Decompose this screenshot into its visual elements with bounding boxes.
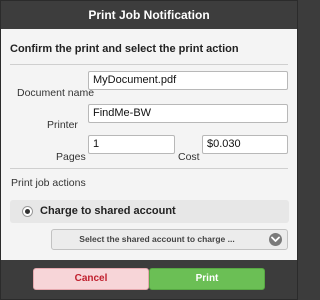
printer-label: Printer	[47, 119, 78, 131]
pages-label: Pages	[56, 151, 86, 163]
radio-selected-icon[interactable]	[22, 206, 33, 217]
shared-account-select-value: Select the shared account to charge ...	[79, 234, 235, 244]
printer-field[interactable]: FindMe-BW	[88, 104, 288, 123]
dialog-footer: Cancel Print	[1, 260, 297, 299]
chevron-down-icon[interactable]	[269, 233, 282, 246]
print-job-dialog: Print Job Notification Confirm the print…	[0, 0, 298, 300]
cancel-button[interactable]: Cancel	[33, 268, 149, 290]
document-name-label: Document name	[17, 87, 95, 99]
charge-shared-account-option[interactable]: Charge to shared account	[10, 200, 289, 223]
shared-account-select[interactable]: Select the shared account to charge ...	[51, 229, 288, 250]
divider	[10, 64, 288, 65]
dialog-title: Print Job Notification	[1, 1, 297, 29]
cost-label: Cost	[178, 151, 200, 163]
print-job-actions-label: Print job actions	[11, 177, 86, 189]
document-name-field[interactable]: MyDocument.pdf	[88, 71, 288, 90]
divider	[10, 168, 288, 169]
print-button[interactable]: Print	[149, 268, 265, 290]
cost-field[interactable]: $0.030	[202, 135, 288, 154]
charge-shared-account-label: Charge to shared account	[40, 205, 176, 217]
dialog-subtitle: Confirm the print and select the print a…	[10, 43, 239, 55]
pages-field[interactable]: 1	[88, 135, 175, 154]
